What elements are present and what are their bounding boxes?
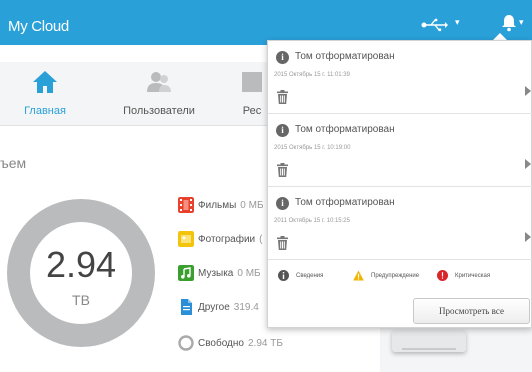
- legend-label: Другое: [198, 302, 230, 313]
- legend-size: (: [259, 234, 263, 245]
- donut-center: 2.94 TB: [30, 222, 132, 324]
- document-icon: [181, 299, 192, 315]
- notification-title: Том отформатирован: [295, 197, 395, 208]
- legend-label: Свободно: [198, 338, 244, 349]
- info-icon: i: [276, 124, 289, 137]
- notification-timestamp: 2011 Октябрь 15 г. 10:15:25: [274, 218, 350, 224]
- warning-icon: [353, 270, 364, 281]
- device-slot: [402, 348, 456, 350]
- notification-title: Том отформатирован: [295, 124, 395, 135]
- notification-item[interactable]: i Том отформатирован 2011 Октябрь 15 г. …: [268, 187, 532, 260]
- nav-item-label: Пользователи: [123, 105, 195, 117]
- legend-size: 2.94 ТБ: [247, 338, 283, 349]
- notification-title: Том отформатирован: [295, 51, 395, 62]
- info-filter-icon: [278, 270, 289, 281]
- top-bar: My Cloud ▾ ▾: [0, 0, 532, 45]
- info-icon: i: [276, 51, 289, 64]
- usb-dropdown-caret-icon[interactable]: ▾: [455, 17, 465, 27]
- device-image: [392, 330, 466, 352]
- legend-label: Музыка: [198, 268, 234, 279]
- notification-item[interactable]: i Том отформатирован 2015 Октябрь 15 г. …: [268, 41, 532, 114]
- nav-item-label: Главная: [24, 105, 66, 117]
- notification-filters: Сведения Предупреждение Критическая: [268, 260, 532, 290]
- legend-label: Фотографии: [198, 234, 256, 245]
- notifications-popover: i Том отформатирован 2015 Октябрь 15 г. …: [267, 40, 532, 328]
- critical-icon: [437, 270, 448, 281]
- trash-icon[interactable]: [277, 163, 288, 177]
- capacity-unit: TB: [72, 292, 90, 308]
- capacity-title: ъем: [0, 155, 27, 171]
- trash-icon[interactable]: [277, 236, 288, 250]
- usb-icon[interactable]: [420, 18, 448, 32]
- filter-label: Сведения: [296, 273, 324, 279]
- popover-arrow: [493, 33, 507, 40]
- film-icon: [178, 197, 194, 213]
- legend-size: 0 МБ: [240, 200, 264, 211]
- capacity-value: 2.94: [45, 244, 117, 285]
- chevron-right-icon[interactable]: [525, 86, 531, 96]
- info-icon: i: [276, 197, 289, 210]
- alert-icon[interactable]: [500, 14, 518, 32]
- legend-size: 319.4: [233, 302, 259, 313]
- trash-icon[interactable]: [277, 90, 288, 104]
- chevron-right-icon[interactable]: [525, 159, 531, 169]
- capacity-donut: 2.94 TB: [7, 199, 155, 347]
- photo-icon: [178, 231, 194, 247]
- notification-timestamp: 2015 Октябрь 15 г. 11:01:39: [274, 72, 350, 78]
- notification-timestamp: 2015 Октябрь 15 г. 10:19:00: [274, 145, 351, 151]
- alert-dropdown-caret-icon[interactable]: ▾: [519, 17, 524, 28]
- legend-label: Фильмы: [198, 200, 237, 211]
- notification-item[interactable]: i Том отформатирован 2015 Октябрь 15 г. …: [268, 114, 532, 187]
- filter-label: Предупреждение: [371, 273, 420, 279]
- music-icon: [178, 265, 194, 281]
- view-all-button[interactable]: Просмотреть все: [413, 298, 530, 324]
- app-window: My Cloud ▾ ▾ Главная Пользователи Рес ъе…: [0, 0, 532, 372]
- nav-item-home[interactable]: Главная: [6, 62, 84, 126]
- shares-icon: [242, 72, 262, 92]
- filter-label: Критическая: [455, 273, 491, 279]
- legend-size: 0 МБ: [237, 268, 261, 279]
- users-icon: [147, 72, 171, 92]
- chevron-right-icon[interactable]: [525, 232, 531, 242]
- home-icon: [33, 71, 57, 93]
- free-space-icon: [178, 335, 194, 351]
- nav-item-users[interactable]: Пользователи: [112, 62, 206, 126]
- app-title: My Cloud: [8, 18, 69, 35]
